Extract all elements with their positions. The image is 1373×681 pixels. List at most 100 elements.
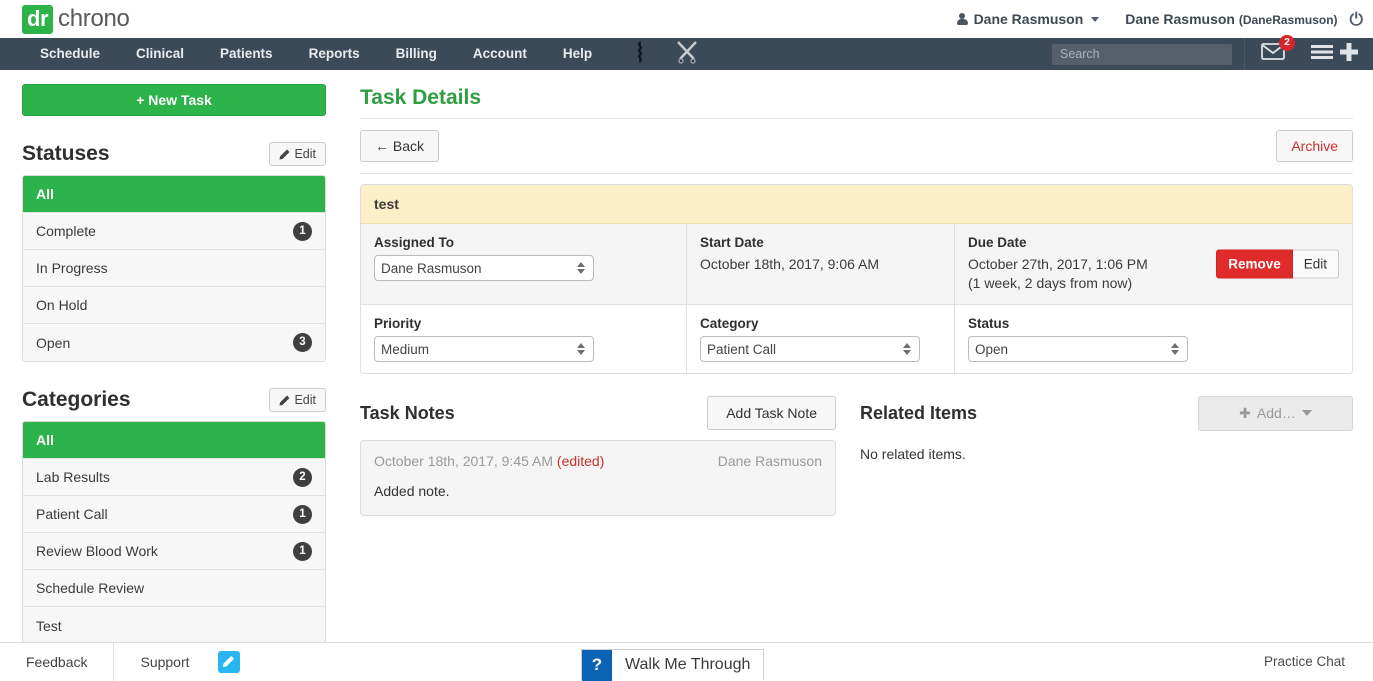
related-items-section: Related Items ✚ Add… No related items. [860, 396, 1353, 516]
rod-of-asclepius-icon[interactable] [632, 40, 648, 69]
nav-item-patients[interactable]: Patients [202, 38, 291, 70]
start-date-value: October 18th, 2017, 9:06 AM [700, 255, 941, 274]
status-item-label: All [36, 186, 54, 202]
category-item-label: Patient Call [36, 506, 108, 522]
nav-item-clinical[interactable]: Clinical [118, 38, 202, 70]
related-items-title: Related Items [860, 403, 977, 424]
category-item-count: 1 [293, 542, 312, 561]
status-cell: Status Open [954, 305, 1352, 373]
power-icon[interactable]: ⏻ [1350, 11, 1363, 28]
status-item-label: Open [36, 335, 70, 351]
category-item-test[interactable]: Test [23, 607, 325, 644]
status-item-complete[interactable]: Complete 1 [23, 213, 325, 250]
messages-button[interactable]: 2 [1257, 43, 1289, 65]
task-detail-card: test Assigned To Dane Rasmuson Start Dat… [360, 184, 1353, 374]
categories-title: Categories [22, 388, 131, 412]
status-item-all[interactable]: All [23, 176, 325, 213]
nav-icon-group [610, 40, 700, 69]
edit-categories-button[interactable]: Edit [269, 388, 326, 412]
status-item-in-progress[interactable]: In Progress [23, 250, 325, 287]
related-items-empty-text: No related items. [860, 446, 1353, 462]
new-task-button[interactable]: + New Task [22, 84, 326, 116]
due-date-label: Due Date [968, 235, 1339, 250]
main-nav-bar: Schedule Clinical Patients Reports Billi… [0, 38, 1373, 70]
action-row-divider [360, 173, 1353, 174]
crossed-swords-icon[interactable] [674, 40, 700, 69]
hamburger-icon[interactable] [1311, 44, 1333, 65]
category-item-all[interactable]: All [23, 422, 325, 459]
task-notes-section: Task Notes Add Task Note October 18th, 2… [360, 396, 860, 516]
sidebar: + New Task Statuses Edit All Complete 1 [0, 70, 348, 680]
user-dropdown[interactable]: Dane Rasmuson [957, 11, 1100, 27]
plus-icon: ✚ [1239, 405, 1251, 422]
messages-unread-badge: 2 [1279, 35, 1295, 51]
walk-me-through-widget[interactable]: ? Walk Me Through [581, 649, 764, 680]
assigned-to-label: Assigned To [374, 235, 673, 250]
search-input[interactable] [1052, 44, 1232, 65]
pencil-icon[interactable] [218, 651, 240, 673]
due-date-cell: Due Date October 27th, 2017, 1:06 PM (1 … [954, 224, 1352, 304]
status-item-label: In Progress [36, 260, 108, 276]
person-icon [957, 13, 968, 26]
lower-sections: Task Notes Add Task Note October 18th, 2… [360, 396, 1353, 516]
edit-statuses-button[interactable]: Edit [269, 142, 326, 166]
pencil-icon [279, 149, 290, 160]
top-bar-right: Dane Rasmuson Dane Rasmuson (DaneRasmuso… [957, 11, 1363, 28]
status-item-count: 3 [293, 333, 312, 352]
priority-select-wrap: Medium [374, 336, 594, 362]
status-select[interactable]: Open [968, 336, 1188, 362]
category-select[interactable]: Patient Call [700, 336, 920, 362]
priority-label: Priority [374, 316, 673, 331]
category-item-review-blood-work[interactable]: Review Blood Work 1 [23, 533, 325, 570]
practice-chat-link[interactable]: Practice Chat [1264, 654, 1345, 669]
task-note-timestamp-group: October 18th, 2017, 9:45 AM (edited) [374, 453, 604, 469]
status-item-open[interactable]: Open 3 [23, 324, 325, 361]
top-bar: dr chrono Dane Rasmuson Dane Rasmuson (D… [0, 0, 1373, 38]
category-item-label: Review Blood Work [36, 543, 158, 559]
category-item-label: All [36, 432, 54, 448]
drchrono-logo[interactable]: dr chrono [22, 5, 130, 34]
status-select-wrap: Open [968, 336, 1188, 362]
support-link[interactable]: Support [114, 643, 215, 681]
nav-item-reports[interactable]: Reports [291, 38, 378, 70]
task-note-body: Added note. [374, 483, 822, 499]
category-item-lab-results[interactable]: Lab Results 2 [23, 459, 325, 496]
nav-item-help[interactable]: Help [545, 38, 610, 70]
archive-button[interactable]: Archive [1276, 130, 1353, 162]
task-detail-row-2: Priority Medium Category Patient Call [361, 304, 1352, 373]
task-notes-title: Task Notes [360, 403, 455, 424]
status-item-label: Complete [36, 223, 96, 239]
nav-menu-group [1311, 42, 1359, 67]
status-item-on-hold[interactable]: On Hold [23, 287, 325, 324]
add-task-note-button[interactable]: Add Task Note [707, 396, 836, 430]
category-item-schedule-review[interactable]: Schedule Review [23, 570, 325, 607]
remove-due-date-button[interactable]: Remove [1216, 250, 1293, 279]
due-date-actions: Remove Edit [1216, 250, 1339, 279]
priority-select[interactable]: Medium [374, 336, 594, 362]
task-note-edited-flag: (edited) [557, 453, 604, 469]
logo-chrono-text: chrono [58, 5, 130, 33]
start-date-cell: Start Date October 18th, 2017, 9:06 AM [686, 224, 954, 304]
user-dropdown-label: Dane Rasmuson [974, 11, 1084, 27]
chevron-down-icon [1302, 410, 1312, 416]
edit-categories-label: Edit [294, 393, 316, 407]
feedback-link[interactable]: Feedback [0, 643, 113, 681]
account-full-name: Dane Rasmuson [1125, 11, 1235, 27]
edit-due-date-button[interactable]: Edit [1293, 250, 1339, 279]
task-note-timestamp: October 18th, 2017, 9:45 AM [374, 453, 553, 469]
category-item-patient-call[interactable]: Patient Call 1 [23, 496, 325, 533]
add-related-item-button[interactable]: ✚ Add… [1198, 396, 1353, 431]
nav-item-schedule[interactable]: Schedule [22, 38, 118, 70]
task-notes-header: Task Notes Add Task Note [360, 396, 836, 430]
assigned-to-select[interactable]: Dane Rasmuson [374, 255, 594, 281]
action-row: ← Back Archive [360, 119, 1353, 173]
page-title: Task Details [360, 86, 1353, 110]
pencil-icon [279, 395, 290, 406]
category-item-label: Schedule Review [36, 580, 144, 596]
walk-me-through-label: Walk Me Through [612, 656, 763, 674]
nav-item-account[interactable]: Account [455, 38, 545, 70]
nav-item-billing[interactable]: Billing [378, 38, 455, 70]
back-button[interactable]: ← Back [360, 130, 439, 162]
plus-icon[interactable] [1339, 42, 1359, 67]
task-note-author: Dane Rasmuson [718, 453, 822, 469]
